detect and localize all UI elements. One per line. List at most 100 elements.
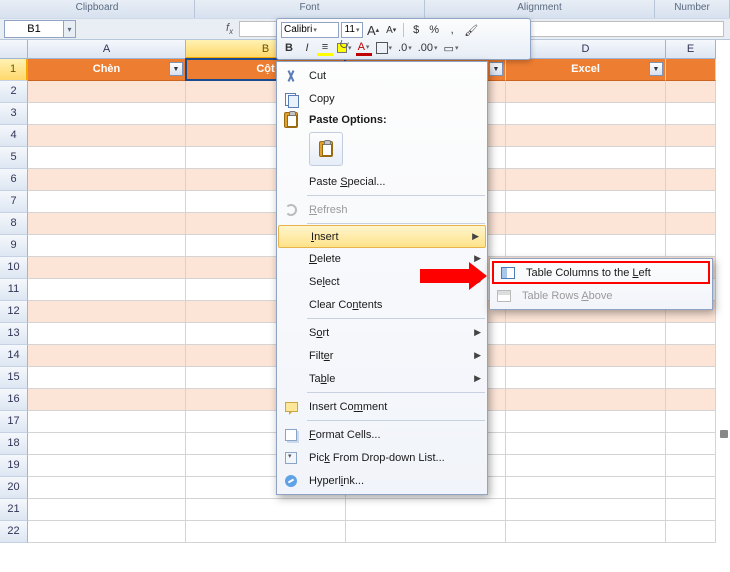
- ctx-cut[interactable]: Cut: [277, 64, 487, 87]
- ctx-pick-list[interactable]: Pick From Drop-down List...: [277, 446, 487, 469]
- row-header-3[interactable]: 3: [0, 103, 28, 125]
- format-painter-icon[interactable]: 🖌: [462, 22, 480, 38]
- cell-A20[interactable]: [28, 477, 186, 499]
- cell-D15[interactable]: [506, 367, 666, 389]
- shrink-font-button[interactable]: A▾: [383, 22, 399, 38]
- cell-A22[interactable]: [28, 521, 186, 543]
- row-header-17[interactable]: 17: [0, 411, 28, 433]
- cell-D4[interactable]: [506, 125, 666, 147]
- cell-D6[interactable]: [506, 169, 666, 191]
- filter-dropdown-d[interactable]: ▼: [649, 62, 663, 76]
- cell-B22[interactable]: [186, 521, 346, 543]
- mini-font-name[interactable]: Calibri: [281, 22, 339, 38]
- cell-D9[interactable]: [506, 235, 666, 257]
- cell-A19[interactable]: [28, 455, 186, 477]
- cell-E7[interactable]: [666, 191, 716, 213]
- cell-E6[interactable]: [666, 169, 716, 191]
- cell-D13[interactable]: [506, 323, 666, 345]
- filter-dropdown-a[interactable]: ▼: [169, 62, 183, 76]
- increase-decimal-button[interactable]: .0: [396, 40, 414, 56]
- cell-E15[interactable]: [666, 367, 716, 389]
- row-header-16[interactable]: 16: [0, 389, 28, 411]
- borders-button[interactable]: [374, 40, 395, 56]
- cell-D2[interactable]: [506, 81, 666, 103]
- font-color-button[interactable]: A: [356, 40, 372, 56]
- ctx-hyperlink[interactable]: Hyperlink...: [277, 469, 487, 492]
- ctx-insert-comment[interactable]: Insert Comment: [277, 395, 487, 418]
- cell-E19[interactable]: [666, 455, 716, 477]
- row-header-13[interactable]: 13: [0, 323, 28, 345]
- cell-A18[interactable]: [28, 433, 186, 455]
- ctx-table[interactable]: Table▶: [277, 367, 487, 390]
- select-all-corner[interactable]: [0, 40, 28, 59]
- cell-A9[interactable]: [28, 235, 186, 257]
- cell-B21[interactable]: [186, 499, 346, 521]
- cell-A7[interactable]: [28, 191, 186, 213]
- cell-D21[interactable]: [506, 499, 666, 521]
- cell-E17[interactable]: [666, 411, 716, 433]
- cell-D14[interactable]: [506, 345, 666, 367]
- cell-D7[interactable]: [506, 191, 666, 213]
- row-header-6[interactable]: 6: [0, 169, 28, 191]
- row-header-4[interactable]: 4: [0, 125, 28, 147]
- currency-button[interactable]: $: [408, 22, 424, 38]
- cell-D17[interactable]: [506, 411, 666, 433]
- row-header-10[interactable]: 10: [0, 257, 28, 279]
- cell-D8[interactable]: [506, 213, 666, 235]
- cell-A16[interactable]: [28, 389, 186, 411]
- cell-D18[interactable]: [506, 433, 666, 455]
- row-header-7[interactable]: 7: [0, 191, 28, 213]
- cell-E8[interactable]: [666, 213, 716, 235]
- fill-color-button[interactable]: [335, 40, 354, 56]
- ctx-format-cells[interactable]: Format Cells...: [277, 423, 487, 446]
- cell-C21[interactable]: [346, 499, 506, 521]
- fx-label[interactable]: fx: [226, 22, 233, 36]
- row-header-11[interactable]: 11: [0, 279, 28, 301]
- row-header-2[interactable]: 2: [0, 81, 28, 103]
- cell-D20[interactable]: [506, 477, 666, 499]
- cell-A11[interactable]: [28, 279, 186, 301]
- grow-font-button[interactable]: A▴: [365, 22, 381, 38]
- cell-A8[interactable]: [28, 213, 186, 235]
- bold-button[interactable]: B: [281, 40, 297, 56]
- cell-A2[interactable]: [28, 81, 186, 103]
- cell-A1[interactable]: Chèn▼: [28, 59, 186, 81]
- cell-E22[interactable]: [666, 521, 716, 543]
- row-header-15[interactable]: 15: [0, 367, 28, 389]
- cell-D22[interactable]: [506, 521, 666, 543]
- paste-default-button[interactable]: [309, 132, 343, 166]
- cell-A14[interactable]: [28, 345, 186, 367]
- name-box[interactable]: B1: [4, 20, 64, 38]
- cell-A17[interactable]: [28, 411, 186, 433]
- row-header-18[interactable]: 18: [0, 433, 28, 455]
- ctx-paste-special[interactable]: Paste Special...: [277, 170, 487, 193]
- ctx-clear-contents[interactable]: Clear Contents: [277, 293, 487, 316]
- mini-font-size[interactable]: 11: [341, 22, 363, 38]
- filter-dropdown-c[interactable]: ▼: [489, 62, 503, 76]
- row-header-14[interactable]: 14: [0, 345, 28, 367]
- cell-E21[interactable]: [666, 499, 716, 521]
- merge-button[interactable]: ▭: [442, 40, 461, 56]
- sub-table-columns-left[interactable]: Table Columns to the Left: [492, 261, 710, 284]
- cell-A13[interactable]: [28, 323, 186, 345]
- cell-E2[interactable]: [666, 81, 716, 103]
- row-header-1[interactable]: 1: [0, 59, 28, 81]
- cell-A3[interactable]: [28, 103, 186, 125]
- row-header-5[interactable]: 5: [0, 147, 28, 169]
- cell-D16[interactable]: [506, 389, 666, 411]
- align-center-button[interactable]: ≡: [317, 40, 333, 56]
- cell-A5[interactable]: [28, 147, 186, 169]
- percent-button[interactable]: %: [426, 22, 442, 38]
- cell-D5[interactable]: [506, 147, 666, 169]
- cell-D3[interactable]: [506, 103, 666, 125]
- row-header-20[interactable]: 20: [0, 477, 28, 499]
- row-header-12[interactable]: 12: [0, 301, 28, 323]
- row-header-8[interactable]: 8: [0, 213, 28, 235]
- cell-E5[interactable]: [666, 147, 716, 169]
- cell-D19[interactable]: [506, 455, 666, 477]
- cell-A15[interactable]: [28, 367, 186, 389]
- row-header-19[interactable]: 19: [0, 455, 28, 477]
- cell-A4[interactable]: [28, 125, 186, 147]
- cell-E18[interactable]: [666, 433, 716, 455]
- cell-E4[interactable]: [666, 125, 716, 147]
